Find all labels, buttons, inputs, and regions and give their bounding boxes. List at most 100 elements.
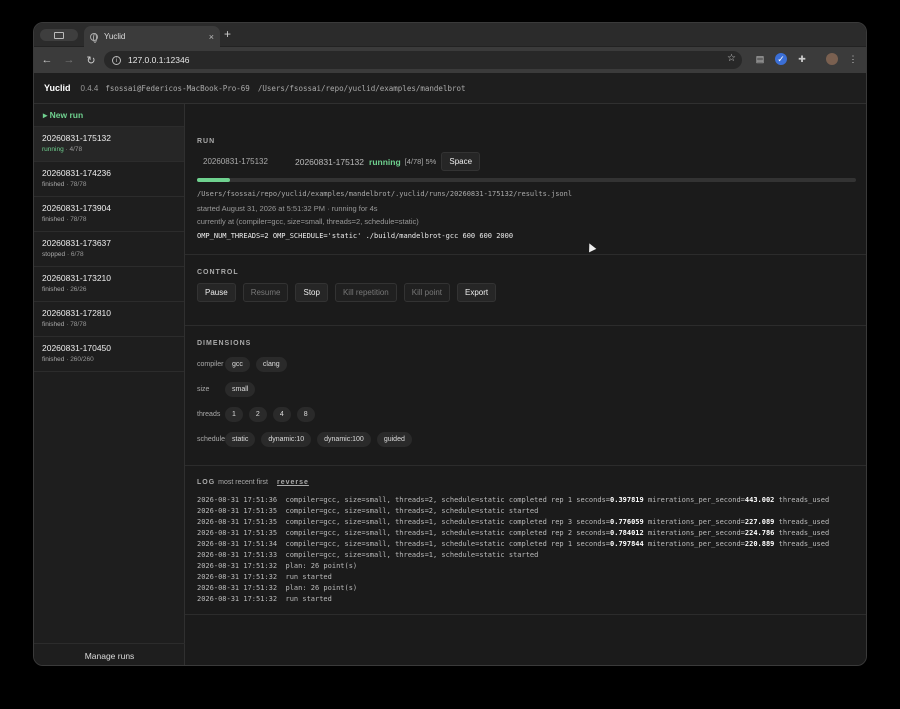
close-tab-icon[interactable]: × <box>209 32 214 42</box>
export-button[interactable]: Export <box>457 283 497 302</box>
dimension-chip[interactable]: 8 <box>296 407 315 422</box>
dimension-chip[interactable]: dynamic:100 <box>317 432 371 447</box>
run-list-item[interactable]: 20260831-173637 stopped · 6/78 <box>34 232 184 267</box>
run-id: 20260831-173904 <box>42 203 112 213</box>
run-select[interactable]: 20260831-175132 <box>197 157 283 166</box>
log-text: 2026-08-31 17:51:32 run started <box>197 595 332 603</box>
run-progress: 260/260 <box>70 356 94 363</box>
url-text: 127.0.0.1:12346 <box>128 55 190 65</box>
run-list-item[interactable]: 20260831-175132 running · 4/78 <box>34 127 184 162</box>
run-status: finished <box>42 321 65 328</box>
command-line: OMP_NUM_THREADS=2 OMP_SCHEDULE='static' … <box>197 232 514 240</box>
dimension-row: threads 1 2 4 8 <box>197 402 856 427</box>
dimension-chip[interactable]: guided <box>376 432 412 447</box>
log-rate: 224.786 <box>744 529 775 537</box>
dimension-row: size small <box>197 377 856 402</box>
run-status: stopped <box>42 251 66 258</box>
tab-search-icon[interactable] <box>40 29 78 41</box>
run-list-item[interactable]: 20260831-173210 finished · 26/26 <box>34 267 184 302</box>
run-progress: 4/78 <box>69 146 83 153</box>
puzzle-icon[interactable]: ✚ <box>796 53 808 65</box>
tab-yuclid[interactable]: Yuclid × <box>84 26 220 47</box>
run-progress: 78/78 <box>70 321 87 328</box>
run-id: 20260831-173637 <box>42 238 112 248</box>
log-section: LOG most recent first reverse 2026-08-31… <box>185 466 866 615</box>
progress-fill <box>197 178 230 182</box>
progress-bar <box>197 178 856 182</box>
address-bar[interactable]: i 127.0.0.1:12346 ☆ <box>104 51 742 69</box>
dimension-chip[interactable]: static <box>225 432 256 447</box>
dimension-row: compiler gcc clang <box>197 352 856 377</box>
log-tail: threads_used <box>774 518 830 526</box>
kill-point-button[interactable]: Kill point <box>403 283 451 302</box>
run-progress: 78/78 <box>70 181 87 188</box>
dimension-chip[interactable]: gcc <box>225 357 250 372</box>
log-text: 2026-08-31 17:51:35 compiler=gcc, size=s… <box>197 507 539 515</box>
log-seconds: 0.797844 <box>610 540 644 548</box>
run-status: finished <box>42 181 65 188</box>
run-list-item[interactable]: 20260831-172810 finished · 78/78 <box>34 302 184 337</box>
pause-button[interactable]: Pause <box>197 283 236 302</box>
log-lines: 2026-08-31 17:51:36 compiler=gcc, size=s… <box>197 495 856 605</box>
log-text: 2026-08-31 17:51:35 compiler=gcc, size=s… <box>197 518 611 526</box>
log-text: 2026-08-31 17:51:32 plan: 26 point(s) <box>197 562 358 570</box>
dimension-chip[interactable]: 2 <box>248 407 267 422</box>
resume-button[interactable]: Resume <box>242 283 289 302</box>
run-progress: 26/26 <box>70 286 87 293</box>
reload-icon[interactable]: ↻ <box>80 54 102 67</box>
extension-check-icon[interactable]: ✓ <box>775 53 787 65</box>
dimension-chip[interactable]: 1 <box>225 407 243 422</box>
new-tab-icon[interactable]: + <box>224 27 231 41</box>
current-point: currently at (compiler=gcc, size=small, … <box>197 217 419 226</box>
dimension-label: schedule <box>197 436 226 443</box>
stop-button[interactable]: Stop <box>295 283 328 302</box>
log-metric: miterations_per_second= <box>643 540 745 548</box>
tab-bar: Yuclid × + <box>34 23 866 47</box>
log-text: 2026-08-31 17:51:33 compiler=gcc, size=s… <box>197 551 539 559</box>
log-line: 2026-08-31 17:51:32 run started <box>197 572 856 583</box>
run-progress: 6/78 <box>70 251 84 258</box>
kill-repetition-button[interactable]: Kill repetition <box>334 283 397 302</box>
control-section: CONTROL Pause Resume Stop Kill repetitio… <box>185 255 866 326</box>
log-seconds: 0.784012 <box>610 529 644 537</box>
run-list-item[interactable]: 20260831-173904 finished · 78/78 <box>34 197 184 232</box>
document-icon[interactable]: ▤ <box>754 53 766 65</box>
dimension-chip[interactable]: dynamic:10 <box>261 432 312 447</box>
run-list-item[interactable]: 20260831-170450 finished · 260/260 <box>34 337 184 372</box>
log-tail: threads_used <box>774 496 830 504</box>
back-icon[interactable]: ← <box>36 54 58 66</box>
run-section-title: RUN <box>197 138 216 145</box>
site-info-icon[interactable]: i <box>112 55 121 65</box>
browser-toolbar: ← → ↻ i 127.0.0.1:12346 ☆ ▤ ✓ ✚ ⋮ <box>34 47 866 73</box>
dimensions-section: DIMENSIONS compiler gcc clang size small thre… <box>185 326 866 466</box>
avatar[interactable] <box>826 53 838 65</box>
dimension-rows: compiler gcc clang size small threads 1 2 4 8 sche… <box>197 352 856 452</box>
dimension-chip[interactable]: clang <box>255 357 287 372</box>
bookmark-star-icon[interactable]: ☆ <box>727 53 736 64</box>
dimension-label: threads <box>197 411 221 418</box>
log-seconds: 0.397819 <box>610 496 644 504</box>
new-run-label: New run <box>49 110 84 120</box>
log-rate: 220.889 <box>744 540 775 548</box>
dimension-label: size <box>197 386 210 393</box>
dimension-chip[interactable]: 4 <box>272 407 291 422</box>
run-status-line: finished · 78/78 <box>42 321 87 328</box>
manage-runs-button[interactable]: Manage runs <box>34 643 185 665</box>
run-status: finished <box>42 286 65 293</box>
space-button[interactable]: Space <box>441 152 481 171</box>
reverse-link[interactable]: reverse <box>277 479 309 486</box>
menu-icon[interactable]: ⋮ <box>847 53 859 65</box>
log-line: 2026-08-31 17:51:35 compiler=gcc, size=s… <box>197 506 856 517</box>
new-run-button[interactable]: ▸ New run <box>34 104 184 126</box>
host-label: fsossai@Federicos-MacBook-Pro-69 <box>105 83 250 93</box>
run-list-item[interactable]: 20260831-174236 finished · 78/78 <box>34 162 184 197</box>
globe-icon <box>90 32 98 43</box>
forward-icon[interactable]: → <box>58 54 80 66</box>
dimension-chip[interactable]: small <box>225 382 256 397</box>
run-list: 20260831-175132 running · 4/78 20260831-17… <box>34 126 184 372</box>
dimension-label: compiler <box>197 361 224 368</box>
run-status-line: stopped · 6/78 <box>42 251 84 258</box>
run-status-line: finished · 26/26 <box>42 286 87 293</box>
log-line: 2026-08-31 17:51:32 plan: 26 point(s) <box>197 561 856 572</box>
log-line: 2026-08-31 17:51:35 compiler=gcc, size=s… <box>197 528 856 539</box>
